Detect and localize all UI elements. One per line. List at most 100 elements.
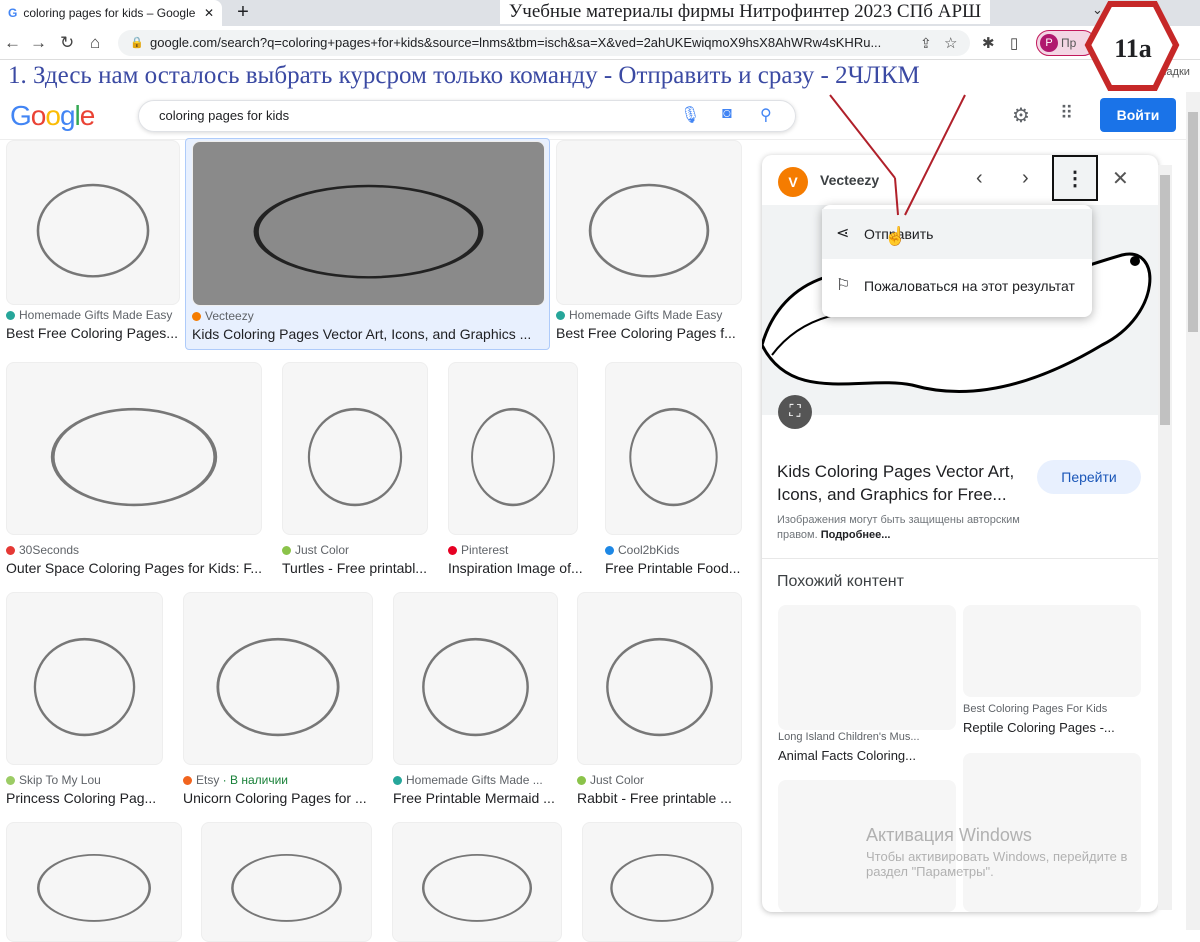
result-source[interactable]: Homemade Gifts Made Easy <box>6 308 180 322</box>
microphone-icon[interactable]: 🎙 <box>680 105 700 125</box>
menu-item-report[interactable]: ⚐ Пожаловаться на этот результат <box>822 261 1092 311</box>
similar-image[interactable] <box>963 605 1141 697</box>
tab-search-icon[interactable]: ⌄ <box>1092 2 1103 18</box>
result-source[interactable]: Cool2bKids <box>605 543 742 557</box>
result-title[interactable]: Best Free Coloring Pages f... <box>556 325 750 341</box>
sign-in-button[interactable]: Войти <box>1100 98 1176 132</box>
apps-grid-icon[interactable]: ⠿ <box>1060 103 1073 124</box>
new-tab-button[interactable]: + <box>230 2 256 24</box>
panel-title[interactable]: Kids Coloring Pages Vector Art, Icons, a… <box>777 460 1032 506</box>
result-image[interactable] <box>192 141 545 306</box>
result-title[interactable]: Unicorn Coloring Pages for ... <box>183 790 381 806</box>
search-icon[interactable]: ⚲ <box>760 105 772 125</box>
address-bar[interactable]: 🔒 google.com/search?q=coloring+pages+for… <box>118 30 970 56</box>
result-title[interactable]: Free Printable Mermaid ... <box>393 790 566 806</box>
page-scrollbar[interactable] <box>1186 92 1200 930</box>
result-image[interactable] <box>448 362 578 535</box>
close-icon[interactable]: ✕ <box>1112 166 1129 191</box>
result-card[interactable] <box>582 822 742 942</box>
result-image[interactable] <box>201 822 372 942</box>
result-source[interactable]: Etsy · В наличии <box>183 773 373 787</box>
result-source[interactable]: Homemade Gifts Made Easy <box>556 308 742 322</box>
result-image[interactable] <box>6 592 163 765</box>
result-image[interactable] <box>556 140 742 305</box>
result-image[interactable] <box>282 362 428 535</box>
result-image[interactable] <box>582 822 742 942</box>
result-title[interactable]: Kids Coloring Pages Vector Art, Icons, a… <box>192 326 545 342</box>
result-title[interactable]: Rabbit - Free printable ... <box>577 790 750 806</box>
result-card[interactable] <box>201 822 372 942</box>
result-card[interactable]: Vecteezy Kids Coloring Pages Vector Art, … <box>185 138 550 350</box>
result-source[interactable]: 30Seconds <box>6 543 262 557</box>
panel-scrollbar[interactable] <box>1158 165 1172 910</box>
divider <box>762 558 1158 559</box>
similar-source: Best Coloring Pages For Kids <box>963 703 1108 715</box>
similar-title[interactable]: Animal Facts Coloring... <box>778 748 956 763</box>
profile-button[interactable]: P Пр <box>1036 30 1096 56</box>
camera-lens-icon[interactable]: ◙ <box>722 105 732 123</box>
close-tab-icon[interactable]: ✕ <box>204 6 214 20</box>
result-card[interactable] <box>6 822 182 942</box>
more-link[interactable]: Подробнее... <box>821 529 891 541</box>
result-card[interactable]: Pinterest Inspiration Image of... <box>448 362 583 580</box>
result-card[interactable]: Cool2bKids Free Printable Food... <box>605 362 742 580</box>
menu-item-share[interactable]: ⋖ Отправить <box>822 209 1092 259</box>
similar-image[interactable] <box>778 780 956 912</box>
source-name: Vecteezy <box>205 309 254 323</box>
next-icon[interactable]: › <box>1022 167 1029 190</box>
restore-icon[interactable]: ❐ <box>1136 2 1148 18</box>
result-source[interactable]: Just Color <box>577 773 742 787</box>
result-source[interactable]: Vecteezy <box>192 309 545 323</box>
result-source[interactable]: Just Color <box>282 543 428 557</box>
result-source[interactable]: Pinterest <box>448 543 578 557</box>
result-title[interactable]: Princess Coloring Pag... <box>6 790 171 806</box>
source-favicon-icon <box>577 776 586 785</box>
result-image[interactable] <box>6 362 262 535</box>
extensions-icon[interactable]: ✱ <box>982 34 995 52</box>
windows-activation-title: Активация Windows <box>866 825 1032 845</box>
result-card[interactable]: Homemade Gifts Made ... Free Printable Me… <box>393 592 558 810</box>
panel-source[interactable]: Vecteezy <box>820 172 879 188</box>
gear-icon[interactable]: ⚙ <box>1012 103 1030 128</box>
forward-icon[interactable]: → <box>30 33 47 53</box>
source-name: Just Color <box>590 773 645 787</box>
result-card[interactable]: Skip To My Lou Princess Coloring Pag... <box>6 592 163 810</box>
result-image[interactable] <box>605 362 742 535</box>
similar-title[interactable]: Reptile Coloring Pages -... <box>963 720 1141 735</box>
bookmark-star-icon[interactable]: ☆ <box>944 34 957 52</box>
result-source[interactable]: Homemade Gifts Made ... <box>393 773 558 787</box>
result-card[interactable]: Just Color Turtles - Free printabl... <box>282 362 428 580</box>
visit-button[interactable]: Перейти <box>1037 460 1141 494</box>
result-image[interactable] <box>392 822 562 942</box>
browser-tab[interactable]: G coloring pages for kids – Google ✕ <box>0 0 222 26</box>
result-card[interactable]: Just Color Rabbit - Free printable ... <box>577 592 742 810</box>
similar-image[interactable] <box>778 605 956 730</box>
result-title[interactable]: Best Free Coloring Pages... <box>6 325 188 341</box>
result-title[interactable]: Turtles - Free printabl... <box>282 560 436 576</box>
home-icon[interactable]: ⌂ <box>90 33 100 53</box>
result-card[interactable]: Homemade Gifts Made Easy Best Free Colori… <box>6 140 180 345</box>
result-card[interactable]: Homemade Gifts Made Easy Best Free Colori… <box>556 140 742 345</box>
bookmarks-label[interactable]: ладки <box>1160 66 1190 78</box>
result-card[interactable]: Etsy · В наличии Unicorn Coloring Pages f… <box>183 592 373 810</box>
lens-search-icon[interactable]: ⛶ <box>778 395 812 429</box>
result-title[interactable]: Inspiration Image of... <box>448 560 586 576</box>
reload-icon[interactable]: ↻ <box>60 33 74 53</box>
result-card[interactable]: 30Seconds Outer Space Coloring Pages for … <box>6 362 262 580</box>
result-image[interactable] <box>393 592 558 765</box>
result-image[interactable] <box>183 592 373 765</box>
back-icon[interactable]: ← <box>4 33 21 53</box>
previous-icon[interactable]: ‹ <box>976 167 983 190</box>
result-card[interactable] <box>392 822 562 942</box>
result-image[interactable] <box>577 592 742 765</box>
result-image[interactable] <box>6 822 182 942</box>
result-title[interactable]: Free Printable Food... <box>605 560 750 576</box>
more-options-button[interactable]: ⋮ <box>1052 155 1098 201</box>
result-source[interactable]: Skip To My Lou <box>6 773 163 787</box>
result-title[interactable]: Outer Space Coloring Pages for Kids: F..… <box>6 560 270 576</box>
google-logo[interactable]: Google <box>10 100 95 132</box>
result-image[interactable] <box>6 140 180 305</box>
step-badge: 11a <box>1114 34 1152 63</box>
share-page-icon[interactable]: ⇪ <box>920 35 932 52</box>
side-panel-icon[interactable]: ▯ <box>1010 34 1018 52</box>
